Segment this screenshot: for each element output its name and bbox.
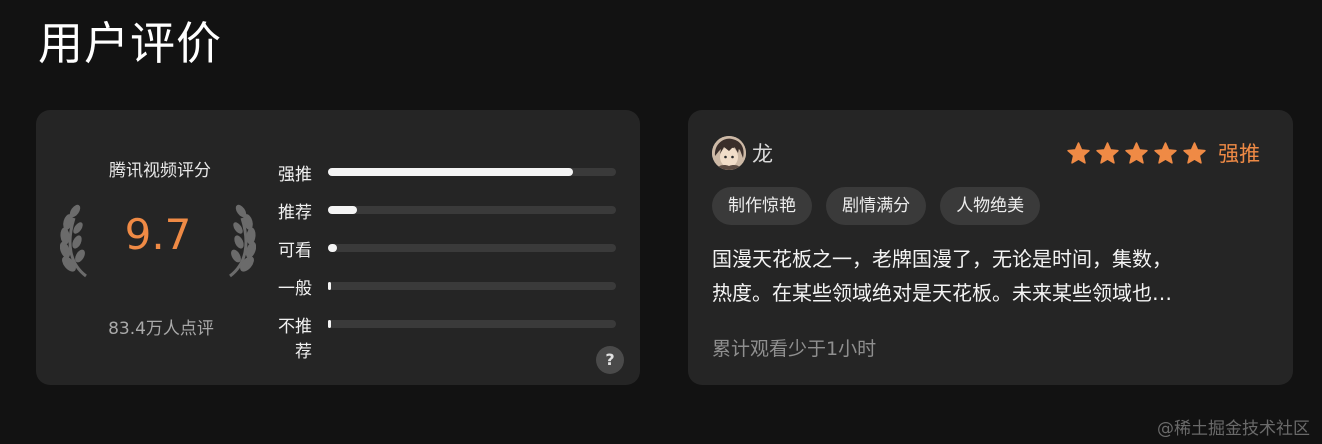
review-count: 83.4万人点评	[108, 319, 214, 339]
rating-bar-label: 一般	[278, 279, 312, 299]
rating-bar-row: 强推	[272, 158, 618, 196]
rating-bar-label: 强推	[278, 165, 312, 185]
rating-bar-fill	[328, 244, 337, 252]
rating-bar-label: 推荐	[278, 203, 312, 223]
review-rating-label: 强推	[1218, 142, 1261, 166]
review-text-line: 热度。在某些领域绝对是天花板。未来某些领域也…	[712, 281, 1172, 305]
rating-bar-track	[328, 320, 616, 328]
review-card[interactable]: 龙 强推 制作惊艳 剧情满分 人物绝美 国漫天花板之一，老牌国漫了，无论是时间，…	[688, 110, 1293, 385]
rating-bar-track	[328, 244, 616, 252]
star-icon	[1067, 141, 1090, 164]
help-icon[interactable]: ?	[596, 346, 624, 374]
rating-bar-track	[328, 206, 616, 214]
review-star-rating: 强推	[1066, 138, 1260, 166]
rating-bar-row: 不推荐	[272, 310, 618, 362]
star-icon	[1183, 141, 1206, 164]
rating-distribution: 强推 推荐 可看 一般 不推荐	[272, 158, 618, 362]
star-icon	[1154, 141, 1177, 164]
review-tag[interactable]: 制作惊艳	[712, 187, 812, 225]
avatar[interactable]	[712, 136, 746, 170]
review-tag[interactable]: 剧情满分	[826, 187, 927, 225]
review-text[interactable]: 国漫天花板之一，老牌国漫了，无论是时间，集数， 热度。在某些领域绝对是天花板。未…	[712, 242, 1272, 310]
rating-source-label: 腾讯视频评分	[109, 161, 211, 181]
rating-bar-label: 不推荐	[278, 317, 312, 362]
rating-bar-fill	[328, 320, 331, 328]
star-icon	[1125, 141, 1148, 164]
rating-bar-track	[328, 282, 616, 290]
rating-bar-fill	[328, 168, 573, 176]
review-tags: 制作惊艳 剧情满分 人物绝美	[712, 187, 1049, 225]
rating-summary-card: 腾讯视频评分 9.7 83.4万人点评 强推 推荐 可看 一般 不推荐 ?	[36, 110, 640, 385]
laurel-left-icon	[60, 204, 87, 278]
review-tag[interactable]: 人物绝美	[940, 187, 1041, 225]
rating-bar-track	[328, 168, 616, 176]
rating-bar-fill	[328, 206, 357, 214]
watch-time: 累计观看少于1小时	[712, 338, 877, 360]
star-icon	[1096, 141, 1119, 164]
score-badge: 9.7	[58, 202, 258, 282]
laurel-right-icon	[229, 204, 256, 278]
watermark: @稀土掘金技术社区	[1157, 419, 1310, 439]
rating-bar-row: 推荐	[272, 196, 618, 234]
user-reviews-section: 用户评价 腾讯视频评分 9.7 83.4万人点评 强推 推荐 可看 一般 不推荐…	[0, 0, 1322, 444]
review-user-name[interactable]: 龙	[752, 138, 773, 168]
rating-bar-row: 可看	[272, 234, 618, 272]
rating-bar-row: 一般	[272, 272, 618, 310]
section-title: 用户评价	[38, 17, 223, 70]
stars-container	[1066, 141, 1211, 164]
rating-score: 9.7	[124, 210, 192, 259]
review-text-line: 国漫天花板之一，老牌国漫了，无论是时间，集数，	[712, 247, 1172, 271]
rating-bar-label: 可看	[278, 241, 312, 261]
rating-bar-fill	[328, 282, 331, 290]
